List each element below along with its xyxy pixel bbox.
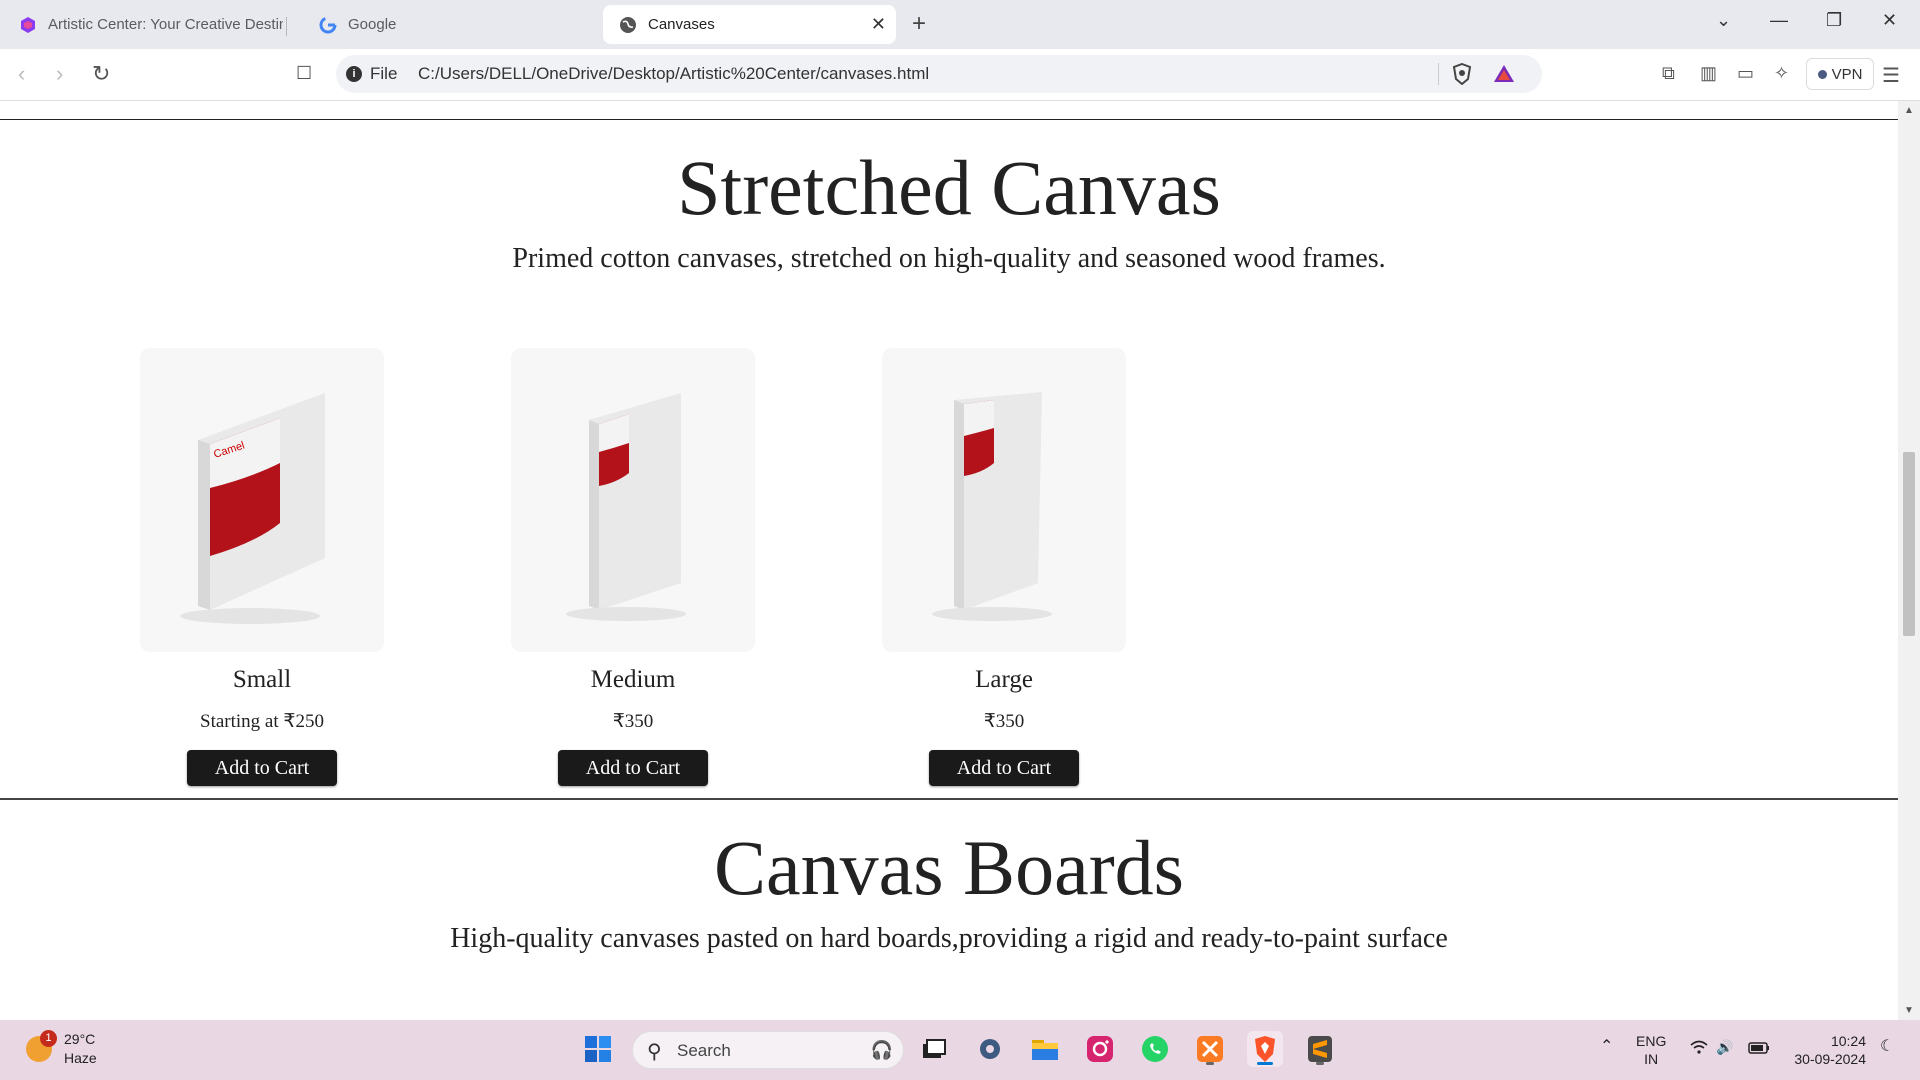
region-label: IN xyxy=(1644,1051,1659,1067)
sublime-text-icon[interactable] xyxy=(1302,1031,1338,1067)
section-title-canvas-boards: Canvas Boards xyxy=(713,824,1185,911)
brave-browser-icon[interactable] xyxy=(1247,1031,1283,1067)
brave-rewards-icon[interactable] xyxy=(1493,63,1515,88)
extensions-icon[interactable]: ⧉ xyxy=(1662,63,1675,84)
leo-ai-icon[interactable]: ✧ xyxy=(1774,63,1789,84)
active-indicator xyxy=(1257,1062,1273,1065)
section-title-stretched-canvas: Stretched Canvas xyxy=(677,144,1221,231)
tab-title: Google xyxy=(348,16,397,33)
add-to-cart-button[interactable]: Add to Cart xyxy=(558,750,708,786)
wifi-icon[interactable] xyxy=(1690,1040,1708,1058)
page-content: Stretched Canvas Primed cotton canvases,… xyxy=(0,101,1898,1020)
product-price: Starting at ₹250 xyxy=(200,711,324,732)
product-card-small: Camel Small Starting at ₹250 Add to Cart xyxy=(140,348,384,786)
product-name: Small xyxy=(232,666,292,693)
restore-button[interactable]: ❐ xyxy=(1826,10,1842,31)
tab-canvases-active[interactable]: Canvases ✕ xyxy=(603,5,896,44)
language-label: ENG xyxy=(1636,1033,1667,1049)
section-subtitle: Primed cotton canvases, stretched on hig… xyxy=(512,243,1386,274)
weather-condition: Haze xyxy=(64,1050,97,1066)
tab-search-dropdown-icon[interactable]: ⌄ xyxy=(1716,10,1731,31)
vpn-status-icon xyxy=(1817,69,1827,79)
vertical-scrollbar[interactable]: ▲ ▼ xyxy=(1898,101,1920,1020)
product-name: Large xyxy=(975,666,1033,693)
globe-icon xyxy=(618,15,638,35)
scroll-up-icon[interactable]: ▲ xyxy=(1904,105,1914,116)
tab-google[interactable]: Google xyxy=(318,6,588,43)
sidebar-icon[interactable]: ▥ xyxy=(1700,63,1717,84)
section-divider xyxy=(0,798,1898,800)
battery-icon[interactable] xyxy=(1748,1040,1770,1058)
divider-line xyxy=(0,119,1898,120)
start-button[interactable] xyxy=(580,1031,616,1067)
tab-bar: Artistic Center: Your Creative Destin Go… xyxy=(0,0,1920,49)
forward-icon[interactable]: › xyxy=(56,61,63,87)
scroll-down-icon[interactable]: ▼ xyxy=(1904,1005,1914,1016)
scheme-label: File xyxy=(370,64,398,83)
show-hidden-icons-chevron-icon[interactable]: ⌃ xyxy=(1600,1038,1613,1056)
add-to-cart-button[interactable]: Add to Cart xyxy=(187,750,337,786)
product-card-large: Large ₹350 Add to Cart xyxy=(882,348,1126,786)
address-divider xyxy=(1438,63,1439,85)
new-tab-button[interactable]: + xyxy=(912,10,926,38)
language-indicator[interactable]: ENG IN xyxy=(1636,1032,1666,1068)
product-card-medium: Medium ₹350 Add to Cart xyxy=(511,348,755,786)
notifications-icon[interactable]: ☾ xyxy=(1880,1038,1894,1056)
url-text[interactable]: C:/Users/DELL/OneDrive/Desktop/Artistic%… xyxy=(418,64,929,84)
clock[interactable]: 10:24 30-09-2024 xyxy=(1786,1032,1866,1068)
search-icon: ⚲ xyxy=(647,1041,662,1063)
clock-time: 10:24 xyxy=(1830,1033,1866,1049)
navigation-bar: ‹ › ↻ ☐ i File C:/Users/DELL/OneDrive/De… xyxy=(0,49,1920,101)
address-bar[interactable]: i File C:/Users/DELL/OneDrive/Desktop/Ar… xyxy=(336,55,1542,93)
google-icon xyxy=(318,15,338,35)
minimize-button[interactable]: — xyxy=(1770,10,1788,31)
bookmark-icon[interactable]: ☐ xyxy=(296,63,312,84)
scrollbar-thumb[interactable] xyxy=(1903,452,1915,636)
section-subtitle: High-quality canvases pasted on hard boa… xyxy=(450,923,1448,954)
tab-title: Artistic Center: Your Creative Destin xyxy=(48,16,283,33)
whatsapp-icon[interactable] xyxy=(1137,1031,1173,1067)
back-icon[interactable]: ‹ xyxy=(18,61,25,87)
site-info-icon[interactable]: i xyxy=(346,66,362,82)
volume-icon[interactable]: 🔊 xyxy=(1716,1038,1733,1056)
product-price: ₹350 xyxy=(612,711,654,732)
vpn-button[interactable]: VPN xyxy=(1806,58,1874,90)
file-explorer-icon[interactable] xyxy=(1027,1031,1063,1067)
running-indicator xyxy=(1316,1062,1324,1065)
menu-icon[interactable]: ☰ xyxy=(1882,63,1900,88)
weather-widget[interactable]: 1 29°C Haze xyxy=(26,1030,97,1068)
tab-title: Canvases xyxy=(648,16,715,33)
product-price: ₹350 xyxy=(983,711,1025,732)
wallet-icon[interactable]: ▭ xyxy=(1737,63,1754,84)
product-image-medium xyxy=(511,348,755,652)
notification-badge: 1 xyxy=(40,1030,57,1047)
tab-divider xyxy=(286,17,287,36)
weather-sun-icon: 1 xyxy=(26,1030,57,1062)
settings-gear-icon[interactable] xyxy=(972,1031,1008,1067)
running-indicator xyxy=(1206,1062,1214,1065)
brave-shields-icon[interactable] xyxy=(1452,62,1472,90)
search-label: Search xyxy=(677,1041,731,1060)
product-image-large xyxy=(882,348,1126,652)
taskbar-search[interactable]: ⚲ Search 🎧 xyxy=(632,1031,904,1069)
vpn-label: VPN xyxy=(1831,65,1863,83)
task-view-icon[interactable] xyxy=(916,1031,952,1067)
clock-date: 30-09-2024 xyxy=(1794,1051,1866,1067)
product-name: Medium xyxy=(590,666,676,693)
reload-icon[interactable]: ↻ xyxy=(92,61,110,87)
search-highlight-icon: 🎧 xyxy=(870,1040,893,1060)
windows-taskbar: 1 29°C Haze ⚲ Search 🎧 ⌃ ENG IN 🔊 10:24 … xyxy=(0,1020,1920,1080)
tab-artistic-center[interactable]: Artistic Center: Your Creative Destin xyxy=(18,6,286,43)
product-image-small: Camel xyxy=(140,348,384,652)
xampp-icon[interactable] xyxy=(1192,1031,1228,1067)
site-logo-icon xyxy=(18,15,38,35)
close-tab-icon[interactable]: ✕ xyxy=(871,14,886,35)
instagram-icon[interactable] xyxy=(1082,1031,1118,1067)
weather-temp: 29°C xyxy=(64,1031,96,1047)
close-window-button[interactable]: ✕ xyxy=(1882,10,1897,31)
add-to-cart-button[interactable]: Add to Cart xyxy=(929,750,1079,786)
